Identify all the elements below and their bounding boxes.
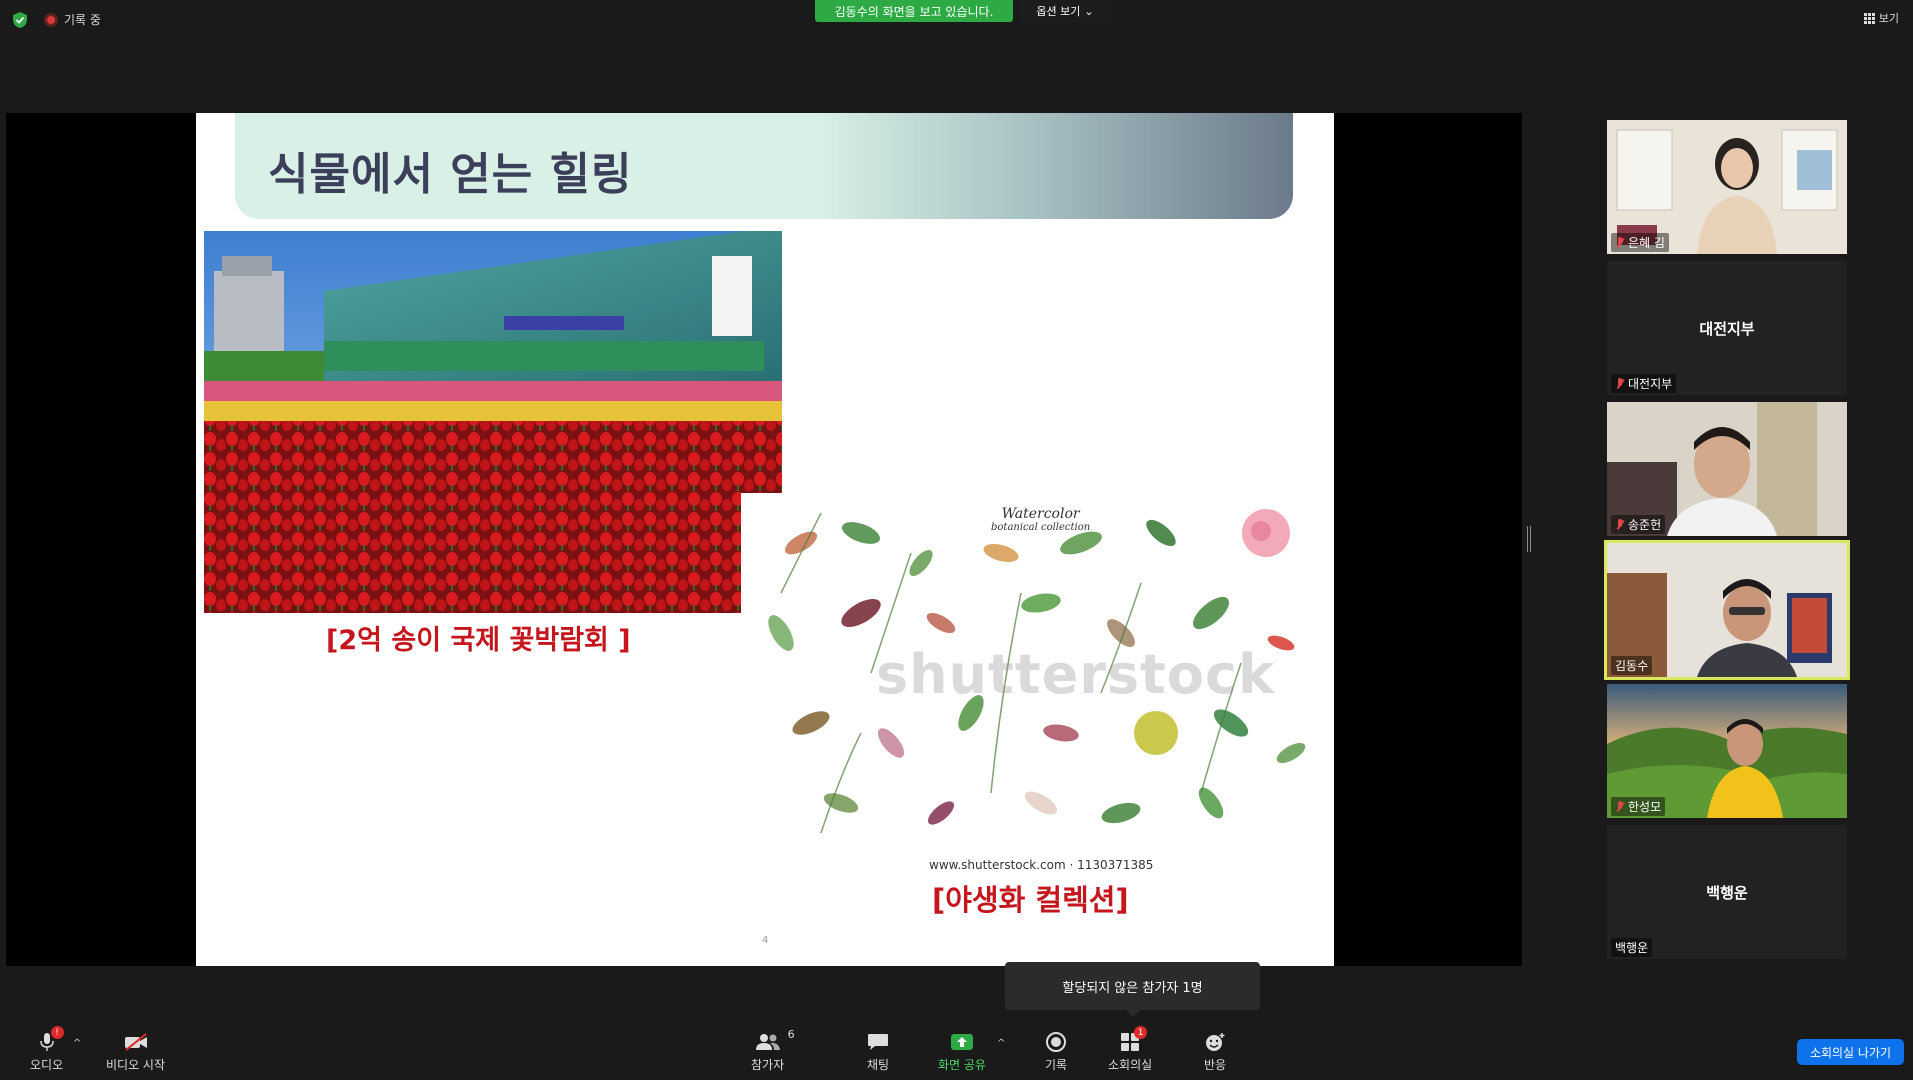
recording-indicator[interactable]: 기록 중 [44, 11, 101, 28]
botanical-title-line-1: Watercolor [1001, 506, 1080, 522]
chat-label: 채팅 [866, 1058, 890, 1072]
participant-tile[interactable]: 백행운 백행운 [1607, 825, 1847, 959]
unassigned-participants-tooltip: 할당되지 않은 참가자 1명 [1005, 962, 1260, 1017]
panel-resize-handle[interactable] [1527, 526, 1531, 552]
presentation-slide: 식물에서 얻는 힐링 [2억 송이 국제 꽃박람회] Watercolor b… [196, 113, 1334, 966]
start-video-button[interactable]: 비디오 시작 [106, 1030, 165, 1073]
slide-page-number: 4 [762, 935, 769, 946]
participant-name-label: 한성모 [1628, 800, 1662, 814]
chevron-down-icon: ⌄ [1084, 4, 1094, 18]
security-shield-icon[interactable] [10, 10, 30, 30]
image-source-url: www.shutterstock.com · 1130371385 [929, 858, 1154, 872]
botanical-collection-title: Watercolor botanical collection [991, 506, 1090, 533]
chat-bubble-icon [868, 1034, 888, 1050]
microphone-muted-icon [1615, 377, 1625, 390]
breakout-rooms-badge: 1 [1134, 1026, 1148, 1039]
participant-name-label: 백행운 [1615, 941, 1649, 955]
view-options-label: 옵션 보기 [1036, 5, 1081, 18]
participant-name-label: 은혜 김 [1628, 236, 1665, 250]
participant-count: 6 [787, 1028, 795, 1041]
microphone-muted-icon [1615, 800, 1625, 813]
video-off-icon [124, 1033, 147, 1051]
participants-button[interactable]: 6 참가자 [751, 1028, 795, 1073]
participants-icon [755, 1034, 780, 1050]
participants-label: 참가자 [751, 1058, 785, 1072]
start-video-label: 비디오 시작 [106, 1058, 166, 1072]
record-dot-icon [44, 12, 58, 27]
breakout-rooms-label: 소회의실 [1108, 1058, 1153, 1072]
participant-tile[interactable]: 대전지부 대전지부 [1607, 261, 1847, 395]
share-screen-label: 화면 공유 [938, 1058, 986, 1072]
emoji-reaction-icon [1206, 1033, 1225, 1051]
tulip-festival-photo [204, 231, 782, 613]
screen-share-banner: 김동수의 화면을 보고 있습니다. [815, 0, 1013, 22]
microphone-muted-icon [1615, 236, 1625, 249]
audio-button[interactable]: ! 오디오 [30, 1026, 64, 1073]
participant-name: 송준헌 [1611, 515, 1666, 534]
audio-options-caret-icon[interactable]: ^ [73, 1038, 81, 1049]
recording-label: 기록 중 [64, 13, 101, 27]
participant-tile[interactable]: 송준헌 [1607, 402, 1847, 536]
microphone-muted-icon [1615, 518, 1625, 531]
zoom-meeting-window: 기록 중 김동수의 화면을 보고 있습니다. 옵션 보기 ⌄ 보기 식물에서 얻… [0, 0, 1913, 1080]
shared-screen[interactable]: 식물에서 얻는 힐링 [2억 송이 국제 꽃박람회] Watercolor b… [6, 113, 1522, 966]
participant-name: 대전지부 [1611, 374, 1677, 393]
leave-breakout-room-button[interactable]: 소회의실 나가기 [1797, 1039, 1904, 1065]
record-label: 기록 [1044, 1058, 1068, 1072]
share-screen-button[interactable]: 화면 공유 [938, 1030, 986, 1073]
view-label: 보기 [1878, 12, 1899, 25]
botanical-title-line-2: botanical collection [991, 522, 1091, 533]
chat-button[interactable]: 채팅 [863, 1030, 893, 1073]
share-screen-icon [950, 1034, 973, 1050]
participant-tile[interactable]: 은혜 김 [1607, 120, 1847, 254]
grid-view-icon [1863, 12, 1875, 24]
slide-title: 식물에서 얻는 힐링 [268, 149, 633, 200]
audio-label: 오디오 [30, 1058, 64, 1072]
participant-tile-active-speaker[interactable]: 김동수 [1604, 540, 1850, 680]
top-bar: 기록 중 김동수의 화면을 보고 있습니다. 옵션 보기 ⌄ 보기 [0, 0, 1913, 40]
breakout-rooms-button[interactable]: 1 소회의실 [1108, 1026, 1153, 1073]
participant-name: 김동수 [1611, 656, 1653, 675]
view-layout-button[interactable]: 보기 [1863, 10, 1899, 26]
meeting-toolbar: ! 오디오 ^ 비디오 시작 6 참가자 채팅 화면 공유 ^ 기록 1 소회의… [0, 1018, 1913, 1080]
reactions-label: 반응 [1203, 1058, 1227, 1072]
participant-name-label: 김동수 [1615, 659, 1649, 673]
record-icon [1046, 1032, 1066, 1052]
shutterstock-watermark: shutterstock [876, 643, 1275, 706]
participant-name-label: 대전지부 [1628, 377, 1673, 391]
reactions-button[interactable]: 반응 [1200, 1030, 1230, 1073]
participant-name: 한성모 [1611, 797, 1666, 816]
audio-warning-badge: ! [50, 1026, 64, 1039]
record-button[interactable]: 기록 [1041, 1030, 1071, 1073]
participant-name: 백행운 [1611, 938, 1653, 957]
participant-name: 은혜 김 [1611, 233, 1669, 252]
participant-name-label: 송준헌 [1628, 518, 1662, 532]
caption-wildflower-collection: [야생화 컬렉션] [932, 883, 1129, 917]
caption-flower-expo: [2억 송이 국제 꽃박람회 ] [326, 625, 631, 656]
view-options-button[interactable]: 옵션 보기 ⌄ [1018, 0, 1112, 22]
participant-tile[interactable]: 한성모 [1607, 684, 1847, 818]
share-options-caret-icon[interactable]: ^ [997, 1038, 1005, 1049]
